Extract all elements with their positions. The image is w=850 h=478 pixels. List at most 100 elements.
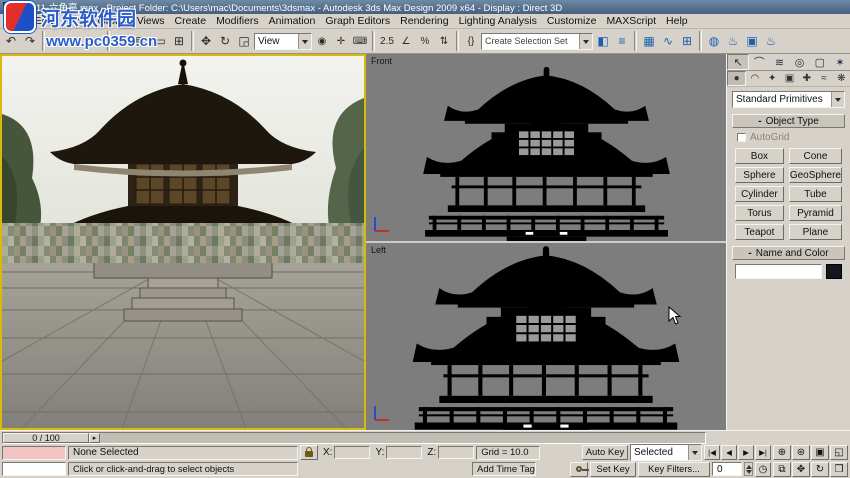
- menu-item[interactable]: Create: [170, 14, 212, 28]
- time-slider-thumb[interactable]: 0 / 100: [3, 432, 89, 443]
- viewport-perspective[interactable]: [0, 54, 366, 430]
- separator[interactable]: [191, 31, 194, 51]
- rect-region-icon[interactable]: ▭: [151, 32, 169, 51]
- unlink-icon[interactable]: ⊘: [67, 32, 85, 51]
- x-coordinate-field[interactable]: [334, 446, 371, 459]
- snaps-toggle-icon[interactable]: 2.5: [378, 32, 396, 51]
- separator[interactable]: [699, 31, 702, 51]
- use-pivot-center-icon[interactable]: ◉: [313, 32, 331, 51]
- tab-create[interactable]: ↖: [727, 54, 750, 70]
- object-type-button[interactable]: Plane: [788, 224, 842, 240]
- mirror-icon[interactable]: ◧: [594, 32, 612, 51]
- cat-systems-icon[interactable]: ❋: [833, 71, 850, 86]
- dropdown-arrow-icon[interactable]: [298, 33, 311, 49]
- arc-rotate-icon[interactable]: ↻: [811, 461, 829, 477]
- dropdown-arrow-icon[interactable]: [579, 33, 592, 49]
- select-by-name-icon[interactable]: ▤: [132, 32, 150, 51]
- layer-manager-icon[interactable]: ▦: [640, 32, 658, 51]
- go-to-start-icon[interactable]: |◀: [704, 445, 720, 460]
- object-type-button[interactable]: Cylinder: [735, 186, 784, 202]
- tab-utilities[interactable]: ✶: [830, 54, 850, 70]
- menu-item[interactable]: MAXScript: [601, 14, 661, 28]
- select-move-icon[interactable]: ✥: [197, 32, 215, 51]
- add-time-tag[interactable]: Add Time Tag: [472, 462, 536, 476]
- separator[interactable]: [634, 31, 637, 51]
- zoom-region-icon[interactable]: ⧉: [773, 461, 791, 477]
- bind-spacewarp-icon[interactable]: ≀: [86, 32, 104, 51]
- select-manipulate-icon[interactable]: ✛: [332, 32, 350, 51]
- dropdown-arrow-icon[interactable]: [831, 92, 844, 107]
- zoom-all-icon[interactable]: ⊛: [792, 445, 810, 460]
- object-type-button[interactable]: Teapot: [735, 224, 784, 240]
- maxscript-listener-white[interactable]: [2, 462, 66, 476]
- menu-item[interactable]: Animation: [264, 14, 321, 28]
- dropdown-arrow-icon[interactable]: [688, 445, 701, 460]
- object-type-button[interactable]: Cone: [788, 148, 842, 164]
- material-editor-icon[interactable]: ◍: [705, 32, 723, 51]
- viewport-left[interactable]: Left: [366, 243, 726, 430]
- curve-editor-icon[interactable]: ∿: [659, 32, 677, 51]
- object-type-button[interactable]: Sphere: [735, 167, 784, 183]
- window-crossing-icon[interactable]: ⊞: [170, 32, 188, 51]
- render-frame-icon[interactable]: ▣: [743, 32, 761, 51]
- align-icon[interactable]: ≡: [613, 32, 631, 51]
- key-filters-button[interactable]: Key Filters...: [638, 461, 710, 477]
- object-type-button[interactable]: Tube: [788, 186, 842, 202]
- separator[interactable]: [456, 31, 459, 51]
- redo-icon[interactable]: ↷: [21, 32, 39, 51]
- tab-motion[interactable]: ◎: [790, 54, 810, 70]
- play-icon[interactable]: ▶: [738, 445, 754, 460]
- go-to-end-icon[interactable]: ▶|: [755, 445, 771, 460]
- menu-item[interactable]: Group: [93, 14, 132, 28]
- previous-frame-icon[interactable]: ◀: [721, 445, 737, 460]
- menu-item[interactable]: Views: [132, 14, 170, 28]
- menu-item[interactable]: Help: [661, 14, 693, 28]
- percent-snap-icon[interactable]: %: [416, 32, 434, 51]
- object-type-button[interactable]: Pyramid: [788, 205, 842, 221]
- cat-geometry-icon[interactable]: ●: [727, 71, 747, 86]
- zoom-icon[interactable]: ⊕: [773, 445, 791, 460]
- select-scale-icon[interactable]: ◲: [235, 32, 253, 51]
- create-selection-set-dropdown[interactable]: Create Selection Set: [481, 32, 593, 50]
- schematic-view-icon[interactable]: ⊞: [678, 32, 696, 51]
- cat-cameras-icon[interactable]: ▣: [781, 71, 798, 86]
- tab-hierarchy[interactable]: ≋: [769, 54, 789, 70]
- object-color-swatch[interactable]: [826, 264, 842, 279]
- time-slider-track[interactable]: 0 / 100 ▸: [2, 431, 706, 444]
- cat-spacewarps-icon[interactable]: ≈: [815, 71, 832, 86]
- y-coordinate-field[interactable]: [386, 446, 423, 459]
- primitives-dropdown[interactable]: Standard Primitives: [732, 91, 845, 108]
- current-frame-field[interactable]: 0: [712, 462, 742, 476]
- pan-icon[interactable]: ✥: [792, 461, 810, 477]
- next-frame-arrow-icon[interactable]: ▸: [89, 432, 100, 443]
- maxscript-listener-pink[interactable]: [2, 445, 66, 460]
- object-type-button[interactable]: GeoSphere: [788, 167, 842, 183]
- menu-item[interactable]: Customize: [542, 14, 602, 28]
- object-type-button[interactable]: Torus: [735, 205, 784, 221]
- viewport-front[interactable]: Front: [366, 54, 726, 241]
- cat-lights-icon[interactable]: ✦: [764, 71, 781, 86]
- rollout-name-color[interactable]: - Name and Color: [732, 246, 845, 260]
- set-key-button[interactable]: Set Key: [590, 461, 636, 477]
- undo-icon[interactable]: ↶: [2, 32, 20, 51]
- separator[interactable]: [107, 31, 110, 51]
- cat-helpers-icon[interactable]: ✚: [798, 71, 815, 86]
- separator[interactable]: [42, 31, 45, 51]
- key-selection-dropdown[interactable]: Selected: [630, 444, 702, 461]
- render-setup-icon[interactable]: ♨: [724, 32, 742, 51]
- spinner-snap-icon[interactable]: ⇅: [435, 32, 453, 51]
- tab-modify[interactable]: ⌒: [749, 54, 769, 70]
- set-key-mode-button[interactable]: [570, 461, 589, 477]
- object-name-input[interactable]: [735, 264, 822, 279]
- reference-coordinate-dropdown[interactable]: View: [254, 32, 312, 50]
- maximize-viewport-icon[interactable]: ❒: [830, 461, 848, 477]
- z-coordinate-field[interactable]: [438, 446, 475, 459]
- zoom-extents-all-icon[interactable]: ◱: [830, 445, 848, 460]
- object-type-button[interactable]: Box: [735, 148, 784, 164]
- menu-item[interactable]: Edit: [30, 14, 58, 28]
- cat-shapes-icon[interactable]: ◠: [746, 71, 763, 86]
- menu-item[interactable]: File: [3, 14, 30, 28]
- named-selection-sets-icon[interactable]: {}: [462, 32, 480, 51]
- auto-key-button[interactable]: Auto Key: [582, 445, 628, 460]
- separator[interactable]: [372, 31, 375, 51]
